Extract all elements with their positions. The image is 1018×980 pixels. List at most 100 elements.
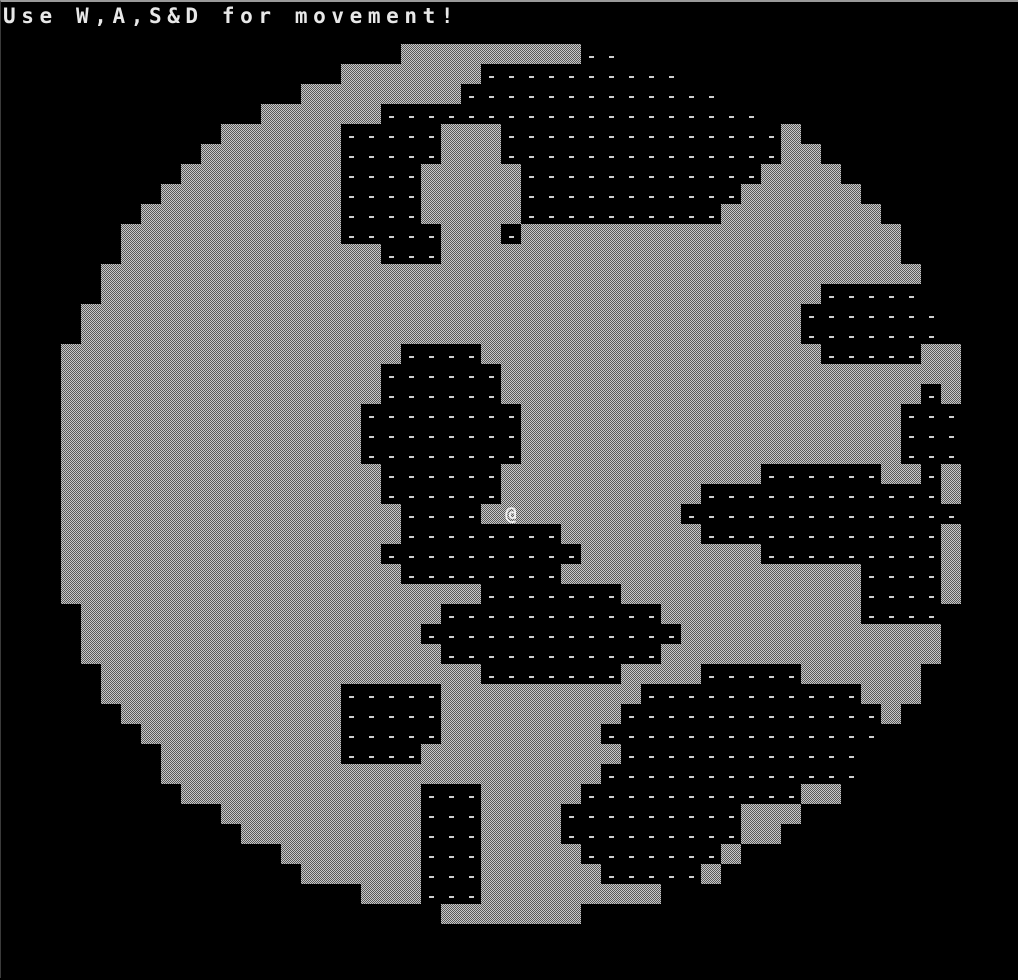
wall-tile [281, 284, 301, 304]
wall-tile [341, 304, 361, 324]
floor-tile [789, 776, 794, 778]
wall-tile [561, 244, 581, 264]
floor-tile [429, 456, 434, 458]
floor-tile [449, 856, 454, 858]
wall-tile [121, 444, 141, 464]
wall-tile [741, 604, 761, 624]
floor-tile [389, 716, 394, 718]
wall-tile [561, 704, 581, 724]
wall-tile [281, 464, 301, 484]
wall-tile [941, 484, 961, 504]
wall-tile [121, 224, 141, 244]
wall-tile [441, 84, 461, 104]
wall-tile [141, 344, 161, 364]
wall-tile [481, 324, 501, 344]
wall-tile [541, 824, 561, 844]
wall-tile [81, 564, 101, 584]
wall-tile [621, 244, 641, 264]
wall-tile [441, 764, 461, 784]
wall-tile [521, 284, 541, 304]
floor-tile [449, 876, 454, 878]
wall-tile [581, 504, 601, 524]
wall-tile [301, 624, 321, 644]
floor-tile [669, 876, 674, 878]
wall-tile [721, 344, 741, 364]
floor-tile [449, 436, 454, 438]
game-screen[interactable]: Use W,A,S&D for movement! @ [0, 0, 1018, 978]
wall-tile [141, 704, 161, 724]
wall-tile [121, 304, 141, 324]
wall-tile [301, 404, 321, 424]
floor-tile [729, 176, 734, 178]
floor-tile [789, 536, 794, 538]
wall-tile [821, 224, 841, 244]
wall-tile [501, 784, 521, 804]
floor-tile [709, 176, 714, 178]
wall-tile [241, 444, 261, 464]
wall-tile [821, 584, 841, 604]
wall-tile [201, 344, 221, 364]
wall-tile [481, 784, 501, 804]
wall-tile [361, 844, 381, 864]
wall-tile [521, 884, 541, 904]
wall-tile [241, 364, 261, 384]
floor-tile [429, 496, 434, 498]
floor-tile [809, 336, 814, 338]
floor-tile [809, 476, 814, 478]
floor-tile [569, 836, 574, 838]
wall-tile [501, 264, 521, 284]
wall-tile [381, 764, 401, 784]
wall-tile [301, 84, 321, 104]
wall-tile [161, 764, 181, 784]
wall-tile [381, 624, 401, 644]
wall-tile [761, 644, 781, 664]
wall-tile [321, 524, 341, 544]
floor-tile [749, 156, 754, 158]
wall-tile [821, 164, 841, 184]
floor-tile [649, 776, 654, 778]
floor-tile [749, 716, 754, 718]
wall-tile [761, 324, 781, 344]
wall-tile [421, 664, 441, 684]
wall-tile [301, 424, 321, 444]
floor-tile [829, 736, 834, 738]
wall-tile [241, 164, 261, 184]
wall-tile [641, 664, 661, 684]
wall-tile [121, 504, 141, 524]
floor-tile [889, 616, 894, 618]
wall-tile [321, 824, 341, 844]
wall-tile [601, 284, 621, 304]
wall-tile [381, 284, 401, 304]
wall-tile [581, 404, 601, 424]
wall-tile [101, 564, 121, 584]
floor-tile [609, 876, 614, 878]
wall-tile [321, 224, 341, 244]
floor-tile [409, 196, 414, 198]
wall-tile [301, 584, 321, 604]
wall-tile [461, 124, 481, 144]
wall-tile [721, 424, 741, 444]
wall-tile [301, 824, 321, 844]
wall-tile [781, 164, 801, 184]
wall-tile [101, 264, 121, 284]
wall-tile [541, 904, 561, 924]
floor-tile [409, 416, 414, 418]
floor-tile [409, 456, 414, 458]
wall-tile [621, 224, 641, 244]
floor-tile [689, 716, 694, 718]
floor-tile [469, 416, 474, 418]
wall-tile [661, 224, 681, 244]
wall-tile [301, 124, 321, 144]
wall-tile [361, 584, 381, 604]
floor-tile [749, 136, 754, 138]
wall-tile [281, 204, 301, 224]
floor-tile [669, 816, 674, 818]
floor-tile [569, 156, 574, 158]
floor-tile [589, 196, 594, 198]
wall-tile [281, 624, 301, 644]
wall-tile [881, 624, 901, 644]
wall-tile [921, 624, 941, 644]
wall-tile [601, 444, 621, 464]
floor-tile [369, 696, 374, 698]
wall-tile [241, 724, 261, 744]
